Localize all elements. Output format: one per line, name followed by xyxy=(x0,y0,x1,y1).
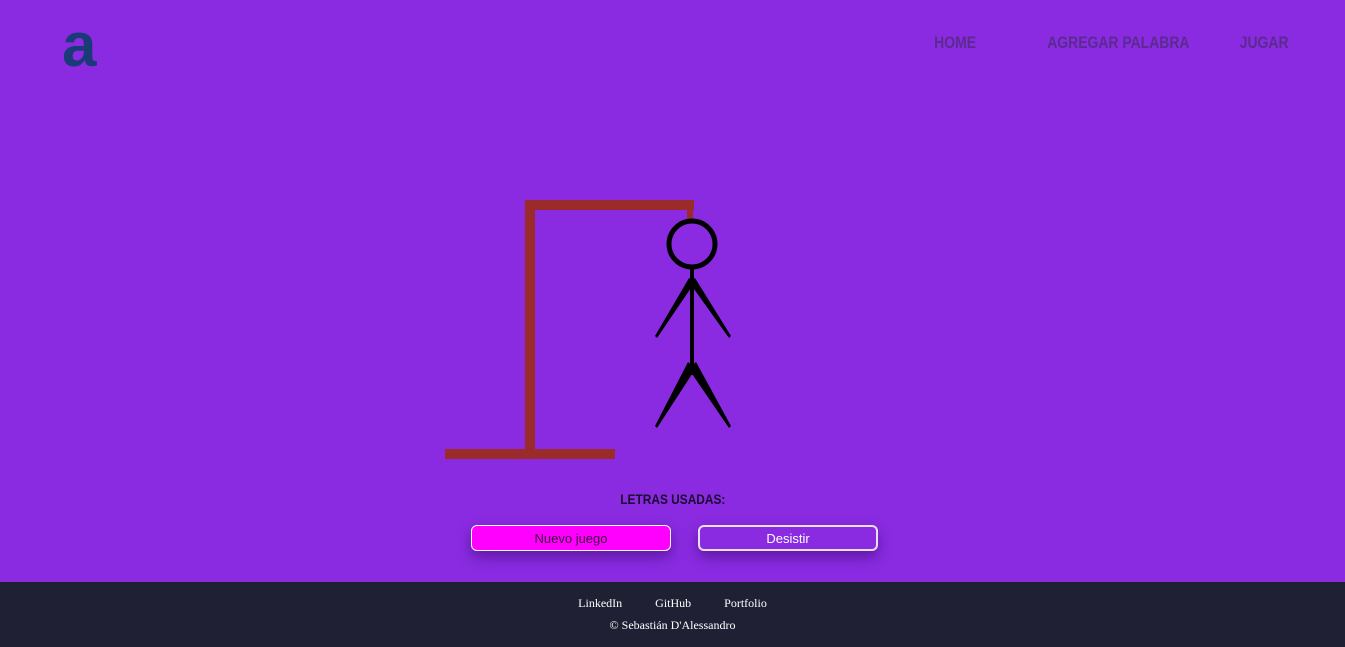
footer-link-github[interactable]: GitHub xyxy=(655,596,691,610)
figure-right-leg xyxy=(688,362,731,428)
gallows xyxy=(445,200,694,459)
give-up-button[interactable]: Desistir xyxy=(698,525,878,551)
letters-used-label: LETRAS USADAS: xyxy=(619,491,726,507)
game-stage: LETRAS USADAS: Nuevo juego Desistir xyxy=(0,0,1345,582)
new-game-button[interactable]: Nuevo juego xyxy=(471,525,671,551)
site-footer: LinkedIn GitHub Portfolio © Sebastián D'… xyxy=(0,582,1345,647)
footer-link-linkedin[interactable]: LinkedIn xyxy=(578,596,622,610)
footer-links: LinkedIn GitHub Portfolio xyxy=(0,596,1345,611)
figure-head xyxy=(666,218,718,270)
letters-used: LETRAS USADAS: xyxy=(0,491,1345,507)
figure-left-leg xyxy=(655,362,696,428)
figure-left-arm xyxy=(655,278,695,338)
stick-figure xyxy=(666,218,718,375)
copyright-text: © Sebastián D'Alessandro xyxy=(609,618,736,632)
figure-right-arm xyxy=(689,278,731,338)
footer-link-portfolio[interactable]: Portfolio xyxy=(724,596,767,610)
